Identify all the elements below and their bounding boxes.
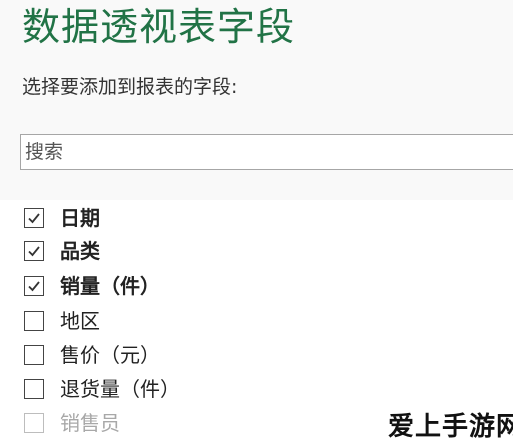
field-item-region[interactable]: 地区 xyxy=(24,306,100,336)
field-label: 品类 xyxy=(60,239,100,263)
checkmark-icon xyxy=(28,281,40,292)
checkmark-icon xyxy=(28,213,40,224)
site-watermark: 爱上手游网 xyxy=(388,412,513,442)
search-box[interactable] xyxy=(20,134,513,170)
field-label: 售价（元） xyxy=(60,343,160,367)
checkbox-unchecked[interactable] xyxy=(24,413,44,433)
field-label: 日期 xyxy=(60,206,100,230)
field-item-salesperson[interactable]: 销售员 xyxy=(24,408,120,438)
checkbox-unchecked[interactable] xyxy=(24,379,44,399)
field-label: 销量（件） xyxy=(60,274,160,298)
pane-title: 数据透视表字段 xyxy=(22,5,296,49)
checkmark-icon xyxy=(28,246,40,257)
search-input[interactable] xyxy=(25,139,505,165)
field-label: 销售员 xyxy=(60,411,120,435)
field-label: 退货量（件） xyxy=(60,377,180,401)
field-item-category[interactable]: 品类 xyxy=(24,236,100,266)
field-item-sales-volume[interactable]: 销量（件） xyxy=(24,271,160,301)
checkbox-checked[interactable] xyxy=(24,276,44,296)
field-item-price[interactable]: 售价（元） xyxy=(24,340,160,370)
field-item-returns[interactable]: 退货量（件） xyxy=(24,374,180,404)
checkbox-checked[interactable] xyxy=(24,241,44,261)
choose-fields-label: 选择要添加到报表的字段: xyxy=(22,76,238,98)
pivot-table-fields-pane: 数据透视表字段 选择要添加到报表的字段: 日期 品类 xyxy=(0,0,513,446)
checkbox-unchecked[interactable] xyxy=(24,311,44,331)
checkbox-checked[interactable] xyxy=(24,208,44,228)
field-item-date[interactable]: 日期 xyxy=(24,203,100,233)
field-label: 地区 xyxy=(60,309,100,333)
checkbox-unchecked[interactable] xyxy=(24,345,44,365)
